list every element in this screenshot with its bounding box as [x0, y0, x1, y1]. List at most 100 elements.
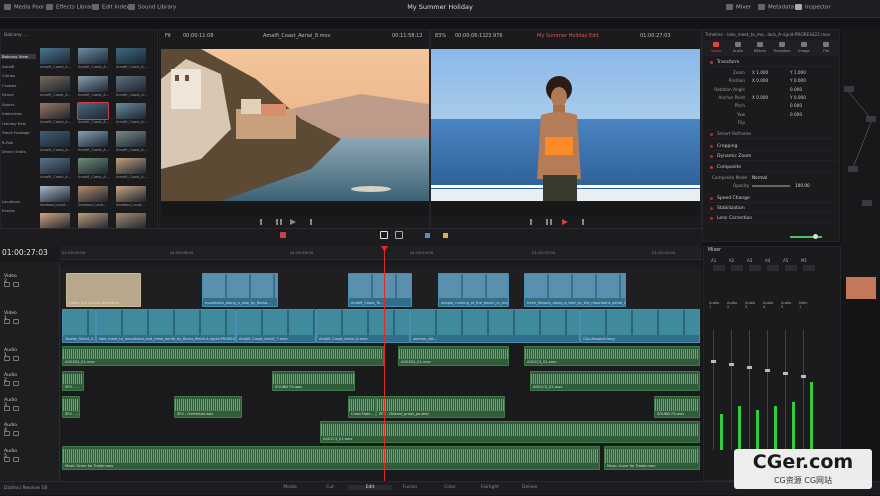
clip-thumbnail[interactable] [78, 185, 108, 202]
inspector-tab-effects[interactable]: Effects [750, 49, 770, 53]
track-toggle-icon[interactable] [13, 282, 19, 287]
composite-mode-select[interactable]: Normal [752, 175, 767, 180]
clip-thumbnail[interactable] [116, 48, 146, 64]
fader-knob[interactable] [747, 366, 752, 369]
selection-tool-icon[interactable] [380, 231, 388, 239]
audio-clip[interactable]: Music Score for Trailer.mov [62, 446, 600, 470]
param-x-value[interactable]: X 0.000 [752, 95, 768, 100]
param-x-value[interactable]: X 1.000 [752, 70, 768, 75]
timeline-zoom[interactable]: 83% [435, 33, 446, 39]
video1-clip[interactable]: Amalfi_Coast_Aerial_8.mov [316, 309, 410, 343]
section-enabled-icon[interactable] [710, 155, 713, 158]
video1-clip[interactable]: woman_sitt... [410, 309, 580, 343]
track-toggle-icon[interactable] [13, 457, 19, 462]
clip-thumbnail[interactable] [78, 75, 108, 92]
clip-thumbnail[interactable] [116, 103, 146, 119]
clip-thumbnail[interactable] [78, 213, 108, 229]
volume-handle[interactable] [813, 234, 818, 239]
section-enabled-icon[interactable] [710, 217, 713, 220]
param-y-value[interactable]: Y 1.000 [790, 70, 806, 75]
timeline-next-icon[interactable] [576, 219, 584, 225]
source-zoom[interactable]: Fit [165, 33, 171, 39]
inspector-section-speed-change[interactable]: Speed Change [707, 194, 837, 203]
page-tab-edit[interactable]: Edit [348, 485, 392, 490]
clip-thumbnail[interactable] [40, 185, 70, 202]
bin-item[interactable]: B-Roll [0, 140, 36, 145]
bin-item[interactable]: Amalfi [0, 64, 36, 69]
clip-thumbnail[interactable] [77, 102, 109, 120]
param-y-value[interactable]: Y 0.000 [790, 78, 806, 83]
bin-item[interactable]: Interviews [0, 111, 36, 116]
track-toggle-icon[interactable] [4, 457, 10, 462]
source-scrubber[interactable] [161, 202, 429, 216]
audio-clip[interactable]: SFX - ... [62, 371, 84, 391]
flag-blue-icon[interactable] [425, 233, 430, 238]
fader-knob[interactable] [783, 372, 788, 375]
audio-clip[interactable]: A001D2_01.mov [62, 346, 384, 366]
timeline-name[interactable]: My Summer Holiday Edit [537, 33, 599, 39]
track-toggle-icon[interactable] [4, 319, 10, 324]
page-tab-fusion[interactable]: Fusion [388, 485, 432, 490]
clip-thumbnail[interactable] [40, 213, 70, 229]
param-y-value[interactable]: 0.000 [790, 112, 802, 117]
section-enabled-icon[interactable] [710, 207, 713, 210]
video1-clip[interactable]: lake_meet_to_mountains_and_trees_aerial_… [96, 309, 236, 343]
section-enabled-icon[interactable] [710, 133, 713, 136]
fader-knob[interactable] [765, 369, 770, 372]
track-toggle-icon[interactable] [4, 282, 10, 287]
clip-thumbnail[interactable] [116, 213, 146, 229]
clip-thumbnail[interactable] [78, 130, 108, 147]
section-enabled-icon[interactable] [710, 61, 713, 64]
audio-clip[interactable]: SOUND FX.wav [654, 396, 700, 418]
marker-icon[interactable] [443, 233, 448, 238]
track-toggle-icon[interactable] [4, 356, 10, 361]
video2-clip[interactable]: Amalfi_Coast_Te... [348, 273, 412, 307]
track-toggle-icon[interactable] [13, 356, 19, 361]
video2-clip[interactable]: fresh_flowers_along_a_lake_by_the_mounta… [524, 273, 626, 307]
page-tab-media[interactable]: Media [268, 485, 312, 490]
inspector-section-composite[interactable]: Composite [707, 163, 837, 172]
playhead[interactable] [384, 246, 385, 481]
bin-item[interactable]: Drone Shots [0, 149, 36, 154]
mixer-tab[interactable]: Mixer [726, 4, 751, 11]
clip-thumbnail[interactable] [40, 103, 70, 119]
inspector-section-smart-reframe[interactable]: Smart Reframe [707, 130, 837, 139]
track-toggle-icon[interactable] [4, 431, 10, 436]
fader-knob[interactable] [801, 375, 806, 378]
tool-red-icon[interactable] [280, 232, 286, 238]
snap-icon[interactable] [395, 231, 403, 239]
video2-clip[interactable]: Lower 3rd Simple Underline [66, 273, 141, 307]
bin-item[interactable]: Crowds [0, 83, 36, 88]
inspector-tab-audio[interactable]: Audio [728, 49, 748, 53]
video1-clip[interactable]: Tourist_Talent_S... [62, 309, 96, 343]
section-enabled-icon[interactable] [710, 166, 713, 169]
page-tab-color[interactable]: Color [428, 485, 472, 490]
clip-thumbnail[interactable] [116, 158, 146, 174]
timeline-prev-icon[interactable] [530, 219, 538, 225]
video1-clip[interactable]: Clip-dissolve-long [580, 309, 700, 343]
inspector-tab-transition[interactable]: Transition [772, 49, 792, 53]
param-y-value[interactable]: Y 0.000 [790, 95, 806, 100]
audio-clip[interactable]: Cross Fade... [348, 396, 376, 418]
clip-thumbnail[interactable] [78, 158, 108, 174]
track-toggle-icon[interactable] [13, 381, 19, 386]
track-toggle-icon[interactable] [13, 431, 19, 436]
inspector-section-transform[interactable]: Transform [707, 58, 837, 67]
audio-clip[interactable]: SOUND FX.wav [272, 371, 355, 391]
audio-clip[interactable]: A001D2_01.mov [398, 346, 509, 366]
clip-thumbnail[interactable] [116, 130, 146, 147]
video1-clip[interactable]: Amalfi_Coast_Aerial_7.mov [236, 309, 316, 343]
bin-item[interactable]: Holiday Reel [0, 121, 36, 126]
inspector-tab-file[interactable]: File [816, 49, 836, 53]
track-toggle-icon[interactable] [4, 406, 10, 411]
inspector-tab-image[interactable]: Image [794, 49, 814, 53]
track-toggle-icon[interactable] [4, 381, 10, 386]
opacity-slider[interactable] [752, 185, 790, 187]
video2-clip[interactable]: people_running_at_the_beach_in_long... [438, 273, 509, 307]
clip-thumbnail[interactable] [78, 48, 108, 64]
source-prev-icon[interactable] [260, 219, 268, 225]
audio-clip[interactable]: Music Score for Trailer.mov [604, 446, 700, 470]
source-next-icon[interactable] [304, 219, 312, 225]
smart-bin-events[interactable]: Events [2, 208, 15, 213]
inspector-tab[interactable]: Inspector [795, 4, 831, 11]
